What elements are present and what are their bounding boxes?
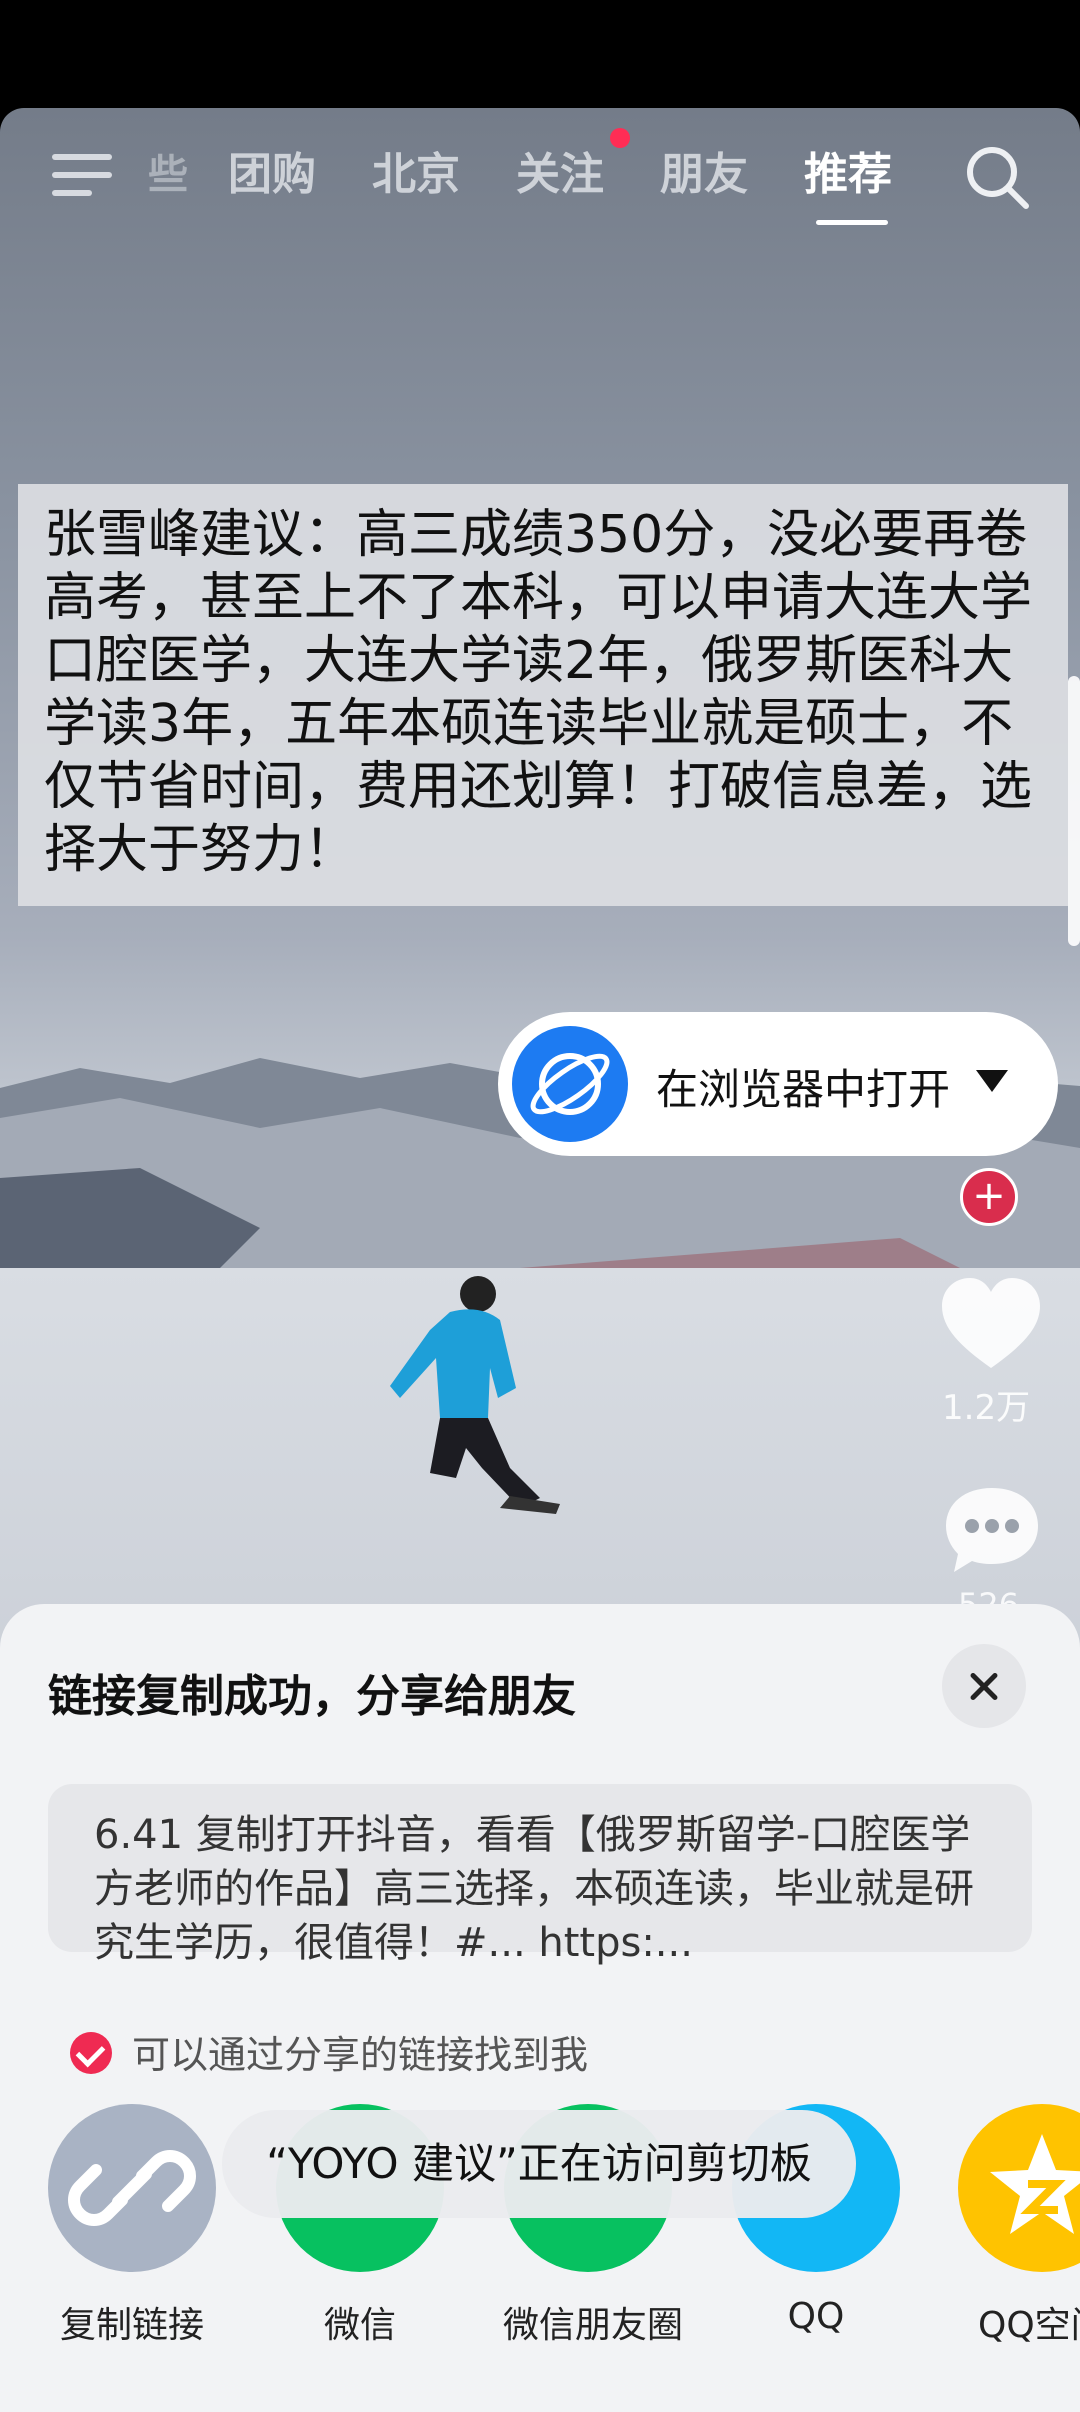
tab-partial[interactable]: 些 — [148, 140, 188, 210]
browser-icon — [512, 1026, 628, 1142]
copied-link-text[interactable]: 6.41 复制打开抖音，看看【俄罗斯留学-口腔医学方老师的作品】高三选择，本硕连… — [48, 1784, 1032, 1966]
heart-icon[interactable] — [940, 1276, 1042, 1372]
follow-plus-icon[interactable]: + — [960, 1168, 1018, 1226]
share-qzone[interactable]: QQ空间 — [958, 2104, 1080, 2348]
scroll-indicator — [1068, 676, 1080, 946]
share-qq-label: QQ — [787, 2296, 845, 2337]
clipboard-toast: “YOYO 建议”正在访问剪切板 — [222, 2110, 856, 2218]
share-copy-link-label: 复制链接 — [59, 2305, 204, 2346]
video-caption: 张雪峰建议：高三成绩350分，没必要再卷高考，甚至上不了本科，可以申请大连大学口… — [18, 484, 1068, 906]
snowboarder — [390, 1276, 560, 1514]
active-tab-indicator — [816, 220, 888, 225]
chevron-down-icon[interactable] — [976, 1070, 1008, 1092]
checkbox-checked-icon[interactable] — [70, 2032, 112, 2074]
notification-dot — [610, 128, 630, 148]
search-icon[interactable] — [964, 144, 1030, 210]
qzone-icon — [958, 2104, 1080, 2272]
share-qzone-label: QQ空间 — [978, 2305, 1080, 2346]
tab-recommended[interactable]: 推荐 — [804, 140, 892, 210]
open-in-browser-button[interactable]: 在浏览器中打开 — [498, 1012, 1058, 1156]
share-wechat-label: 微信 — [323, 2305, 396, 2346]
comment-icon[interactable] — [942, 1484, 1042, 1576]
share-moments-label: 微信朋友圈 — [503, 2305, 684, 2346]
tab-group-buy[interactable]: 团购 — [228, 140, 316, 210]
close-button[interactable] — [942, 1644, 1026, 1728]
menu-icon[interactable] — [52, 148, 116, 204]
top-nav: 些 团购 北京 关注 朋友 推荐 — [0, 128, 1080, 230]
tab-friends[interactable]: 朋友 — [660, 140, 748, 210]
link-icon — [48, 2104, 216, 2272]
tab-following[interactable]: 关注 — [516, 140, 604, 210]
share-sheet-title: 链接复制成功，分享给朋友 — [48, 1671, 576, 1722]
share-sheet: 链接复制成功，分享给朋友 6.41 复制打开抖音，看看【俄罗斯留学-口腔医学方老… — [0, 1604, 1080, 2412]
like-count: 1.2万 — [942, 1388, 1031, 1428]
find-me-label: 可以通过分享的链接找到我 — [132, 2033, 589, 2077]
share-copy-link[interactable]: 复制链接 — [47, 2104, 217, 2348]
tab-beijing[interactable]: 北京 — [372, 140, 460, 210]
open-in-browser-label: 在浏览器中打开 — [656, 1065, 951, 1114]
